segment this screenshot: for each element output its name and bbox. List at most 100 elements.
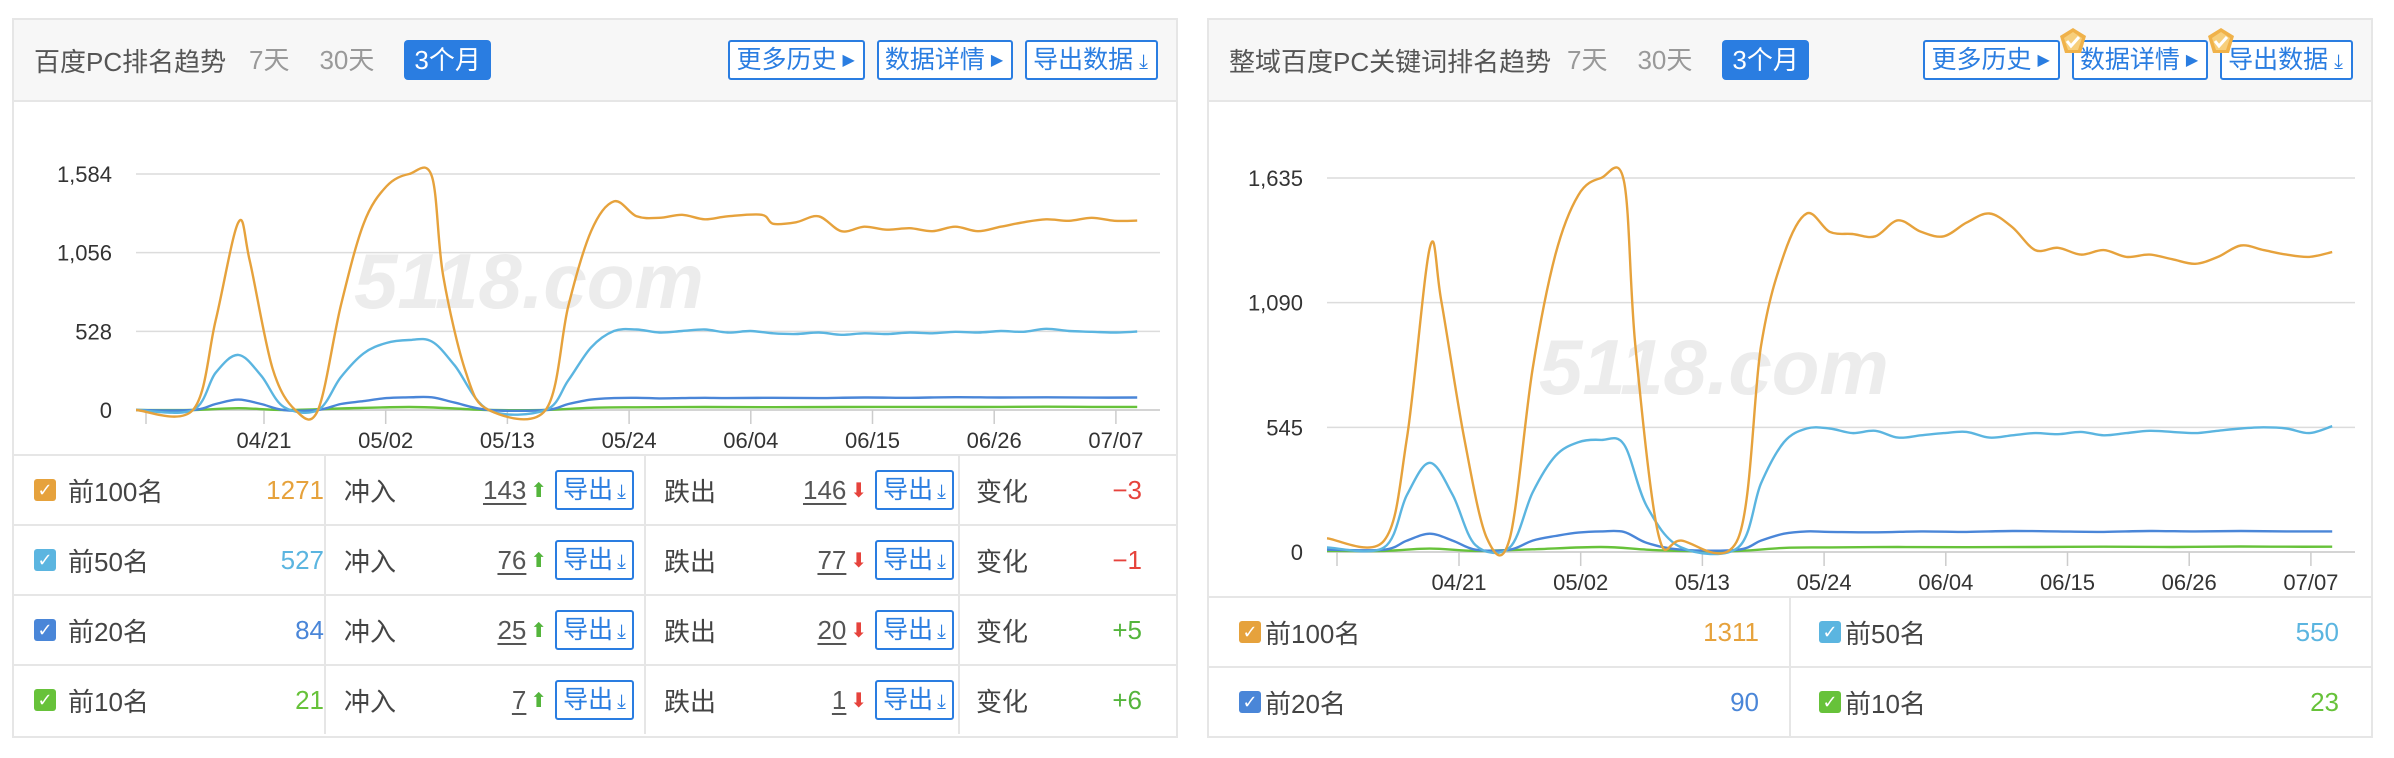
dropped-count[interactable]: 20 <box>817 615 846 646</box>
range-tab-30d[interactable]: 30天 <box>1637 40 1692 80</box>
export-entered-button[interactable]: 导出 ⤓ <box>555 680 634 720</box>
column-divider <box>324 526 326 594</box>
export-data-button[interactable]: 导出数据 ⤓ <box>2208 28 2353 80</box>
export-label: 导出 <box>563 476 614 504</box>
arrow-down-icon: ⬇ <box>850 479 868 502</box>
range-tab-3m[interactable]: 3个月 <box>404 40 491 80</box>
more-history-button[interactable]: 更多历史 ▶ <box>728 40 865 80</box>
header-buttons: 更多历史 ▶ 数据详情 ▶ 导出数据 ⤓ <box>1911 28 2353 80</box>
range-tab-30d[interactable]: 30天 <box>319 40 374 80</box>
rank-filter-cell[interactable]: ✓ 前20名 90 <box>1239 668 1759 736</box>
column-divider <box>644 666 646 734</box>
export-dropped-button[interactable]: 导出 ⤓ <box>875 540 954 580</box>
y-tick-label: 1,090 <box>1248 291 1303 316</box>
dropped-count[interactable]: 146 <box>803 475 846 506</box>
x-tick-label: 06/26 <box>967 428 1022 453</box>
rank-filter-cell[interactable]: ✓ 前10名 23 <box>1819 668 2339 736</box>
x-tick-label: 04/21 <box>236 428 291 453</box>
change-label: 变化 <box>976 546 1029 577</box>
export-dropped-button[interactable]: 导出 ⤓ <box>875 680 954 720</box>
entered-count[interactable]: 7 <box>512 685 526 716</box>
checkbox-checked-icon[interactable]: ✓ <box>34 619 56 641</box>
entered-label: 冲入 <box>344 546 397 577</box>
checkbox-checked-icon[interactable]: ✓ <box>34 479 56 501</box>
arrow-up-icon: ⬆ <box>530 619 548 642</box>
data-details-button[interactable]: 数据详情 ▶ <box>876 40 1014 80</box>
rank-count: 1311 <box>1703 616 1759 647</box>
x-tick-label: 06/04 <box>1918 570 1973 595</box>
panel-title: 整域百度PC关键词排名趋势 <box>1229 47 1552 77</box>
dropped-group: 146 ⬇ 导出 ⤓ <box>803 470 954 510</box>
checkbox-checked-icon[interactable]: ✓ <box>1239 621 1261 643</box>
vip-badge-icon <box>2059 28 2086 53</box>
column-divider <box>1789 598 1791 666</box>
dropped-cell: 跌出 77 ⬇ 导出 ⤓ <box>664 526 954 594</box>
export-entered-button[interactable]: 导出 ⤓ <box>555 610 634 650</box>
entered-group: 7 ⬆ 导出 ⤓ <box>512 680 634 720</box>
entered-count[interactable]: 143 <box>483 475 526 506</box>
checkbox-checked-icon[interactable]: ✓ <box>1819 621 1841 643</box>
change-label: 变化 <box>976 686 1029 717</box>
entered-cell: 冲入 25 ⬆ 导出 ⤓ <box>344 596 640 664</box>
rank-label: 前50名 <box>1845 618 1926 649</box>
export-dropped-button[interactable]: 导出 ⤓ <box>875 610 954 650</box>
entered-count[interactable]: 25 <box>497 615 526 646</box>
range-tab-3m[interactable]: 3个月 <box>1722 40 1809 80</box>
export-data-label: 导出数据 <box>1033 46 1134 74</box>
x-tick-label: 05/13 <box>480 428 535 453</box>
column-divider <box>324 456 326 524</box>
rank-filter-cell[interactable]: ✓ 前10名 21 <box>34 666 324 734</box>
checkbox-checked-icon[interactable]: ✓ <box>34 689 56 711</box>
stats-row: ✓ 前20名 84 冲入 25 ⬆ 导出 ⤓ 跌出 20 ⬇ 导出 ⤓ 变化 +5 <box>14 594 1176 664</box>
export-dropped-button[interactable]: 导出 ⤓ <box>875 470 954 510</box>
more-history-label: 更多历史 <box>1931 46 2032 74</box>
rank-filter-cell[interactable]: ✓ 前100名 1271 <box>34 456 324 524</box>
rank-filter-cell[interactable]: ✓ 前50名 550 <box>1819 598 2339 666</box>
data-details-label: 数据详情 <box>884 46 985 74</box>
x-tick-label: 05/24 <box>602 428 657 453</box>
dropped-group: 20 ⬇ 导出 ⤓ <box>817 610 954 650</box>
change-value: −1 <box>1112 544 1142 575</box>
checkbox-checked-icon[interactable]: ✓ <box>34 549 56 571</box>
series-line-top50 <box>1326 425 2333 556</box>
stats-row: ✓ 前20名 90 ✓ 前10名 23 <box>1209 666 2371 736</box>
range-tab-7d[interactable]: 7天 <box>1567 40 1607 80</box>
dropped-cell: 跌出 146 ⬇ 导出 ⤓ <box>664 456 954 524</box>
data-details-button[interactable]: 数据详情 ▶ <box>2059 28 2209 80</box>
change-label: 变化 <box>976 616 1029 647</box>
entered-cell: 冲入 7 ⬆ 导出 ⤓ <box>344 666 640 734</box>
dropped-label: 跌出 <box>664 616 717 647</box>
rank-count: 90 <box>1730 686 1759 717</box>
rank-filter-cell[interactable]: ✓ 前100名 1311 <box>1239 598 1759 666</box>
checkbox-checked-icon[interactable]: ✓ <box>1239 691 1261 713</box>
dropped-count[interactable]: 77 <box>817 545 846 576</box>
x-tick-label: 06/26 <box>2162 570 2217 595</box>
entered-count[interactable]: 76 <box>497 545 526 576</box>
change-value: +5 <box>1112 614 1142 645</box>
export-entered-button[interactable]: 导出 ⤓ <box>555 470 634 510</box>
rank-filter-cell[interactable]: ✓ 前50名 527 <box>34 526 324 594</box>
dropped-cell: 跌出 1 ⬇ 导出 ⤓ <box>664 666 954 734</box>
dropped-count[interactable]: 1 <box>832 685 846 716</box>
export-label: 导出 <box>563 546 614 574</box>
rank-filter-cell[interactable]: ✓ 前20名 84 <box>34 596 324 664</box>
range-tab-7d[interactable]: 7天 <box>249 40 289 80</box>
more-history-button[interactable]: 更多历史 ▶ <box>1923 40 2060 80</box>
y-tick-label: 1,635 <box>1248 166 1303 191</box>
rank-label: 前20名 <box>68 616 149 647</box>
caret-right-icon: ▶ <box>2185 52 2199 69</box>
vip-badge-icon <box>2208 28 2235 53</box>
change-cell: 变化 +5 <box>976 596 1142 664</box>
x-tick-label: 04/21 <box>1431 570 1486 595</box>
download-icon: ⤓ <box>617 691 626 713</box>
checkbox-checked-icon[interactable]: ✓ <box>1819 691 1841 713</box>
export-label: 导出 <box>883 616 934 644</box>
export-entered-button[interactable]: 导出 ⤓ <box>555 540 634 580</box>
x-tick-label: 07/07 <box>1088 428 1143 453</box>
arrow-down-icon: ⬇ <box>850 619 868 642</box>
export-data-button[interactable]: 导出数据 ⤓ <box>1025 40 1158 80</box>
download-icon: ⤓ <box>617 551 626 573</box>
entered-group: 25 ⬆ 导出 ⤓ <box>497 610 634 650</box>
column-divider <box>958 526 960 594</box>
range-tabs: 7天 30天 3个月 <box>249 40 491 80</box>
